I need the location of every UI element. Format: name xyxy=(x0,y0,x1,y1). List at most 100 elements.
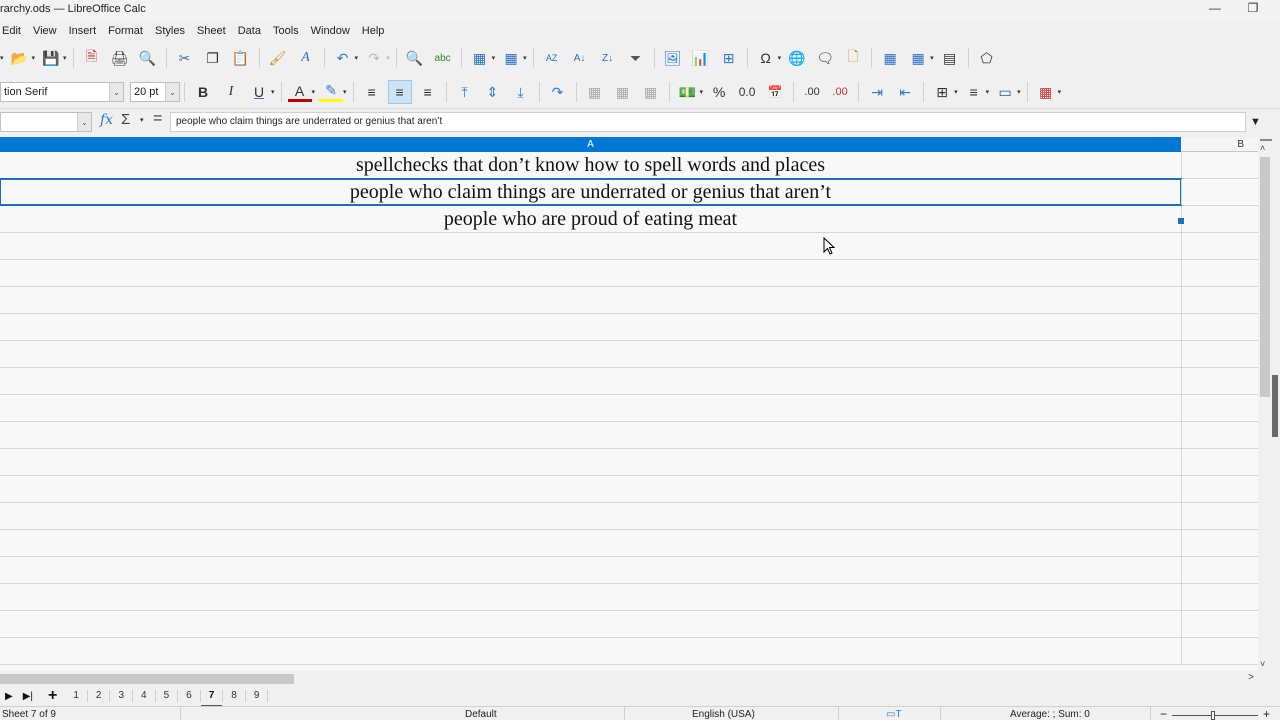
scroll-down-icon[interactable]: ˅ xyxy=(1260,659,1265,669)
cell-b[interactable] xyxy=(1181,557,1258,583)
menu-view[interactable]: View xyxy=(27,25,63,37)
sum-dropdown[interactable]: ▾ xyxy=(140,116,144,124)
undo-icon[interactable]: ↶ xyxy=(331,46,355,70)
menu-styles[interactable]: Styles xyxy=(149,25,191,37)
zoom-in-icon[interactable]: + xyxy=(1263,707,1270,720)
cell-b[interactable] xyxy=(1181,260,1258,286)
find-replace-icon[interactable]: 🔍 xyxy=(403,46,427,70)
function-wizard-icon[interactable]: fx xyxy=(100,112,113,128)
menu-format[interactable]: Format xyxy=(102,25,149,37)
menu-tools[interactable]: Tools xyxy=(267,25,305,37)
last-sheet-icon[interactable]: ▶| xyxy=(23,691,33,702)
borders-dropdown[interactable]: ▾ xyxy=(954,88,958,96)
clone-formatting-icon[interactable]: 🖌 xyxy=(266,46,290,70)
freeze-dropdown[interactable]: ▾ xyxy=(930,54,934,62)
zoom-out-icon[interactable]: − xyxy=(1160,707,1167,720)
align-left-icon[interactable]: ≡ xyxy=(360,80,384,104)
cell-b[interactable] xyxy=(1181,611,1258,637)
open-icon[interactable]: 📂 xyxy=(8,46,32,70)
column-dropdown[interactable]: ▾ xyxy=(523,54,527,62)
cell-a[interactable] xyxy=(0,395,1181,421)
scroll-right-icon[interactable]: ˃ xyxy=(1248,672,1254,683)
menu-data[interactable]: Data xyxy=(232,25,267,37)
formula-input[interactable]: people who claim things are underrated o… xyxy=(170,112,1246,132)
conditional-format-dropdown[interactable]: ▾ xyxy=(1058,88,1062,96)
border-style-dropdown[interactable]: ▾ xyxy=(986,88,990,96)
currency-format-icon[interactable]: 💵 xyxy=(676,80,700,104)
font-color-dropdown[interactable]: ▾ xyxy=(312,88,316,96)
print-preview-icon[interactable]: 🔍 xyxy=(136,46,160,70)
cell-a[interactable] xyxy=(0,638,1181,664)
cell-b[interactable] xyxy=(1181,341,1258,367)
spellcheck-icon[interactable]: abc xyxy=(431,46,455,70)
clear-formatting-icon[interactable]: A xyxy=(294,46,318,70)
number-format-button[interactable]: 0.0 xyxy=(735,80,759,104)
cell-b[interactable] xyxy=(1181,206,1258,232)
cut-icon[interactable]: ✂ xyxy=(173,46,197,70)
minimize-icon[interactable]: — xyxy=(1200,1,1230,19)
border-color-icon[interactable]: ▭ xyxy=(993,80,1017,104)
cell-a[interactable] xyxy=(0,530,1181,556)
column-header-a[interactable]: A xyxy=(0,137,1181,152)
draw-functions-icon[interactable]: ⬠ xyxy=(975,46,999,70)
sheet-tab[interactable]: 4 xyxy=(133,690,156,702)
sheet-tab[interactable]: 7 xyxy=(200,690,224,708)
menu-help[interactable]: Help xyxy=(356,25,391,37)
sheet-tab[interactable]: 9 xyxy=(246,690,269,702)
cell-a[interactable] xyxy=(0,611,1181,637)
restore-icon[interactable]: ❐ xyxy=(1238,1,1268,19)
horizontal-scrollbar[interactable]: ˃ xyxy=(0,672,1258,686)
add-decimal-button[interactable]: .00 xyxy=(800,80,824,104)
cell-a[interactable] xyxy=(0,449,1181,475)
wrap-text-icon[interactable]: ↷ xyxy=(546,80,570,104)
sheet-tab[interactable]: 6 xyxy=(178,690,201,702)
chevron-down-icon[interactable]: ⌄ xyxy=(109,83,123,101)
cell-b[interactable] xyxy=(1181,422,1258,448)
highlight-dropdown[interactable]: ▾ xyxy=(343,88,347,96)
chevron-down-icon[interactable]: ⌄ xyxy=(165,83,179,101)
italic-button[interactable]: I xyxy=(219,80,243,104)
cell-b[interactable] xyxy=(1181,530,1258,556)
align-right-icon[interactable]: ≡ xyxy=(416,80,440,104)
split-handle[interactable] xyxy=(1260,139,1272,141)
comment-icon[interactable]: 🗨 xyxy=(813,46,837,70)
center-vertically-icon[interactable]: ⇕ xyxy=(481,80,505,104)
autofilter-icon[interactable]: ⏷ xyxy=(624,46,648,70)
cell-a[interactable] xyxy=(0,476,1181,502)
cell-a[interactable]: people who are proud of eating meat xyxy=(0,206,1181,232)
sheet-tab[interactable]: 3 xyxy=(110,690,134,702)
expand-formula-bar-icon[interactable]: ▼ xyxy=(1250,116,1261,128)
cell-a[interactable]: people who claim things are underrated o… xyxy=(0,178,1182,206)
unmerge-cells-icon[interactable]: ▦ xyxy=(639,80,663,104)
merge-cells-icon[interactable]: ▦ xyxy=(611,80,635,104)
sort-ascending-icon[interactable]: A↓ xyxy=(568,46,592,70)
fill-handle[interactable] xyxy=(1178,218,1184,224)
cell-a[interactable] xyxy=(0,287,1181,313)
menu-edit[interactable]: Edit xyxy=(0,25,27,37)
define-print-area-icon[interactable]: ▦ xyxy=(878,46,902,70)
cell-a[interactable]: spellchecks that don’t know how to spell… xyxy=(0,152,1181,178)
font-size-select[interactable]: 20 pt ⌄ xyxy=(130,82,180,102)
selection-mode-icon[interactable]: ▭T xyxy=(886,709,902,720)
export-pdf-icon[interactable]: 🗎 xyxy=(80,46,104,70)
cell-b[interactable] xyxy=(1181,233,1258,259)
horizontal-scroll-thumb[interactable] xyxy=(0,674,294,684)
align-bottom-icon[interactable]: ⤓ xyxy=(509,80,533,104)
row-dropdown[interactable]: ▾ xyxy=(492,54,496,62)
border-color-dropdown[interactable]: ▾ xyxy=(1017,88,1021,96)
sheet-tab[interactable]: 8 xyxy=(223,690,246,702)
cell-b[interactable] xyxy=(1181,476,1258,502)
cell-a[interactable] xyxy=(0,368,1181,394)
pivot-table-icon[interactable]: ⊞ xyxy=(717,46,741,70)
open-dropdown[interactable]: ▾ xyxy=(32,54,36,62)
align-center-icon[interactable]: ≡ xyxy=(387,80,412,104)
cell-a[interactable] xyxy=(0,422,1181,448)
cell-b[interactable] xyxy=(1181,287,1258,313)
merge-center-icon[interactable]: ▦ xyxy=(583,80,607,104)
date-format-icon[interactable]: 📅 xyxy=(763,80,787,104)
language[interactable]: English (USA) xyxy=(692,709,755,720)
cell-a[interactable] xyxy=(0,557,1181,583)
split-window-icon[interactable]: ▤ xyxy=(938,46,962,70)
row-icon[interactable]: ▦ xyxy=(468,46,492,70)
selection-summary[interactable]: Average: ; Sum: 0 xyxy=(1010,709,1090,720)
